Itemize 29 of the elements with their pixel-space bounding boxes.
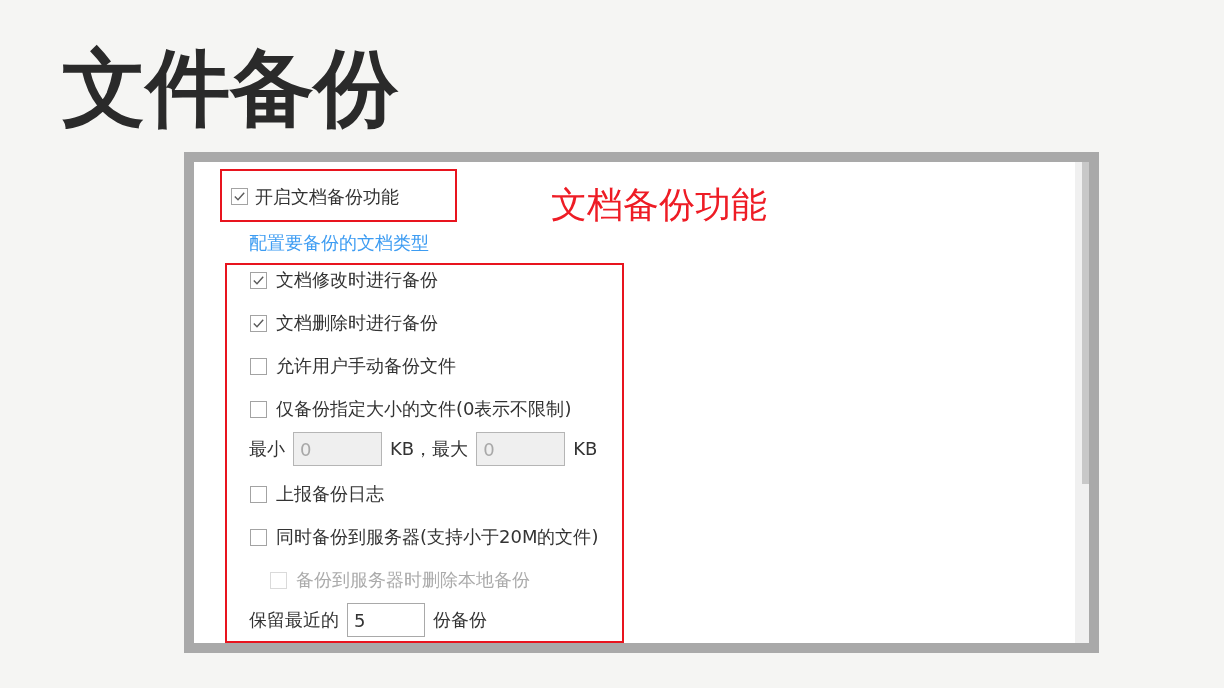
checkbox-label: 备份到服务器时删除本地备份 bbox=[296, 568, 530, 592]
checkbox-label: 开启文档备份功能 bbox=[255, 184, 399, 209]
checkbox[interactable] bbox=[231, 188, 248, 205]
checkbox[interactable] bbox=[250, 485, 267, 503]
checkbox[interactable] bbox=[250, 314, 267, 332]
scrollbar-thumb[interactable] bbox=[1082, 162, 1089, 484]
check-icon bbox=[253, 275, 264, 285]
check-icon bbox=[234, 192, 245, 201]
check-icon bbox=[253, 318, 264, 328]
checkbox[interactable] bbox=[250, 271, 267, 289]
checkbox[interactable] bbox=[250, 528, 267, 546]
scrollbar[interactable] bbox=[1075, 162, 1089, 643]
checkbox-label: 文档删除时进行备份 bbox=[276, 311, 438, 335]
annotation-label: 文档备份功能 bbox=[551, 183, 767, 227]
page-title: 文件备份 bbox=[62, 40, 398, 136]
checkbox-label: 上报备份日志 bbox=[276, 482, 384, 506]
checkbox[interactable] bbox=[250, 357, 267, 375]
checkbox-label: 文档修改时进行备份 bbox=[276, 268, 438, 292]
keep-suffix-label: 份备份 bbox=[433, 608, 487, 632]
min-size-label: 最小 bbox=[249, 437, 285, 461]
checkbox-label: 同时备份到服务器(支持小于20M的文件) bbox=[276, 525, 599, 549]
max-size-label: KB，最大 bbox=[390, 437, 469, 461]
checkbox-label: 仅备份指定大小的文件(0表示不限制) bbox=[276, 397, 572, 421]
config-link[interactable]: 配置要备份的文档类型 bbox=[249, 231, 429, 255]
checkbox[interactable] bbox=[250, 400, 267, 418]
keep-prefix-label: 保留最近的 bbox=[249, 608, 339, 632]
unit-label: KB bbox=[573, 437, 598, 461]
keep-count-field[interactable]: 5 bbox=[347, 603, 425, 637]
checkbox-label: 允许用户手动备份文件 bbox=[276, 354, 456, 378]
